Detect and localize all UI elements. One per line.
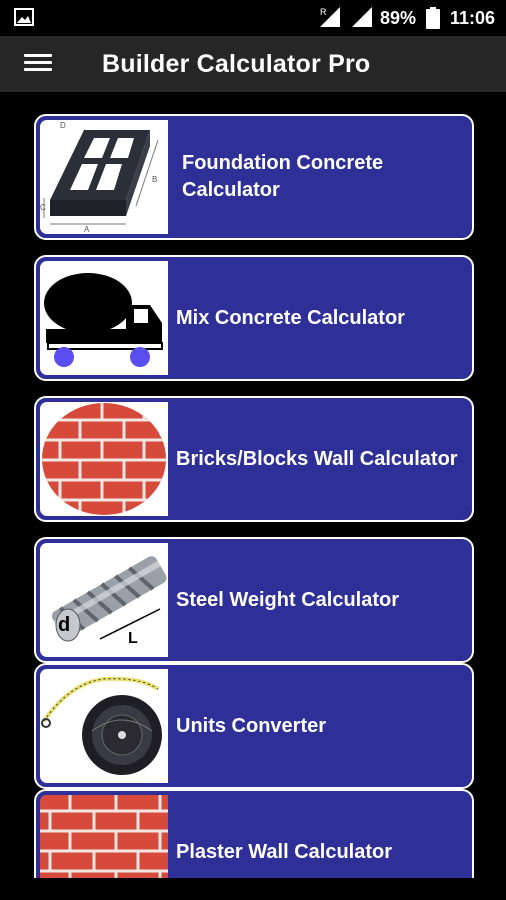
- steel-weight-calculator-card[interactable]: d L Steel Weight Calculator: [34, 537, 474, 663]
- foundation-concrete-calculator-card[interactable]: A B C D Foundation Concrete Calculator: [34, 114, 474, 240]
- gallery-notification-icon: [14, 8, 34, 26]
- clock: 11:06: [450, 8, 496, 28]
- foundation-icon: A B C D: [40, 121, 159, 234]
- hamburger-menu-icon[interactable]: [22, 50, 58, 78]
- plaster-wall-calculator-card[interactable]: Plaster Wall Calculator: [34, 789, 474, 878]
- measuring-tape-icon: [41, 676, 162, 775]
- card-label: Bricks/Blocks Wall Calculator: [176, 447, 458, 470]
- concrete-mixer-truck-icon: [44, 273, 163, 367]
- card-label: Units Converter: [176, 714, 327, 737]
- status-bar: R 89% 11:06: [0, 0, 506, 36]
- svg-text:L: L: [128, 630, 138, 647]
- svg-text:d: d: [58, 614, 70, 636]
- battery-percent: 89%: [380, 8, 417, 28]
- svg-text:C: C: [40, 203, 46, 212]
- app-bar: Builder Calculator Pro: [0, 36, 506, 92]
- units-converter-card[interactable]: Units Converter: [34, 663, 474, 789]
- card-label: Mix Concrete Calculator: [176, 306, 405, 329]
- steel-rebar-icon: d L: [51, 556, 167, 647]
- mix-concrete-calculator-card[interactable]: Mix Concrete Calculator: [34, 255, 474, 381]
- bottom-bar: [0, 878, 506, 900]
- svg-text:R: R: [320, 7, 327, 17]
- brick-wall-icon: [42, 403, 166, 515]
- svg-text:D: D: [60, 121, 66, 130]
- svg-text:B: B: [152, 175, 157, 184]
- card-label: Plaster Wall Calculator: [176, 840, 392, 863]
- plaster-wall-icon: [40, 795, 168, 878]
- battery-icon: [426, 7, 440, 29]
- card-label: Steel Weight Calculator: [176, 588, 400, 611]
- app-title: Builder Calculator Pro: [102, 50, 371, 78]
- bricks-blocks-wall-calculator-card[interactable]: Bricks/Blocks Wall Calculator: [34, 396, 474, 522]
- svg-text:A: A: [84, 225, 90, 234]
- calculator-list[interactable]: A B C D Foundation Concrete Calculator M…: [0, 92, 506, 878]
- signal-strength-icon: [352, 7, 372, 27]
- signal-roaming-icon: R: [320, 7, 340, 27]
- card-label: Foundation Concrete Calculator: [182, 152, 384, 201]
